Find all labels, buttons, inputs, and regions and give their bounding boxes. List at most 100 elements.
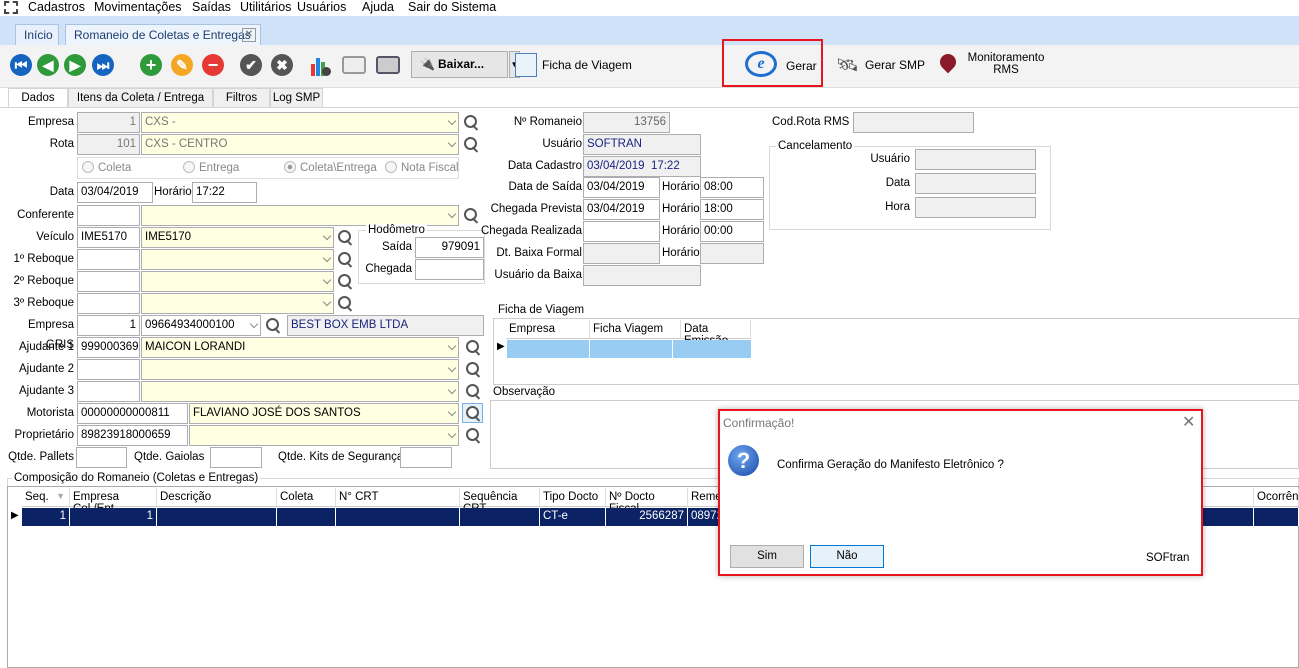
empresa-gris-code-field[interactable]: 1	[77, 315, 140, 336]
radio-entrega[interactable]: Entrega	[183, 161, 239, 174]
reboque3-combo[interactable]	[141, 293, 334, 314]
ajudante3-code-field[interactable]	[77, 381, 140, 402]
ajudante1-combo[interactable]: MAICON LORANDI	[141, 337, 459, 358]
gerar-button[interactable]: e Gerar	[722, 39, 823, 87]
search-icon[interactable]	[464, 427, 482, 445]
cell-empresa[interactable]: 1	[70, 508, 157, 526]
menu-cadastros[interactable]: Cadastros	[28, 0, 85, 15]
ajudante1-code-field[interactable]: 999000369	[77, 337, 140, 358]
radio-coleta[interactable]: Coleta	[82, 161, 131, 174]
search-icon[interactable]	[464, 339, 482, 357]
col-n-crt[interactable]: N° CRT	[336, 488, 460, 507]
satellite-icon[interactable]: 🛰	[836, 55, 859, 76]
hodometro-saida-field[interactable]: 979091	[415, 237, 484, 258]
close-tab-icon[interactable]: ✕	[242, 28, 256, 42]
menu-utilitarios[interactable]: Utilitários	[240, 0, 291, 15]
delete-minus-icon[interactable]: −	[202, 54, 224, 76]
conferente-combo[interactable]	[141, 205, 459, 226]
col-ocorrencia[interactable]: Ocorrênc	[1254, 488, 1299, 507]
qtde-gaiolas-field[interactable]	[210, 447, 262, 468]
col-empresa[interactable]: Empresa	[506, 320, 590, 339]
print-icon[interactable]	[376, 56, 400, 74]
motorista-combo[interactable]: FLAVIANO JOSÉ DOS SANTOS	[189, 403, 459, 424]
menu-ajuda[interactable]: Ajuda	[362, 0, 394, 15]
veiculo-code-field[interactable]: IME5170	[77, 227, 140, 248]
rota-code-field[interactable]: 101	[77, 134, 140, 155]
search-icon[interactable]	[462, 136, 480, 154]
chegada-realizada-field[interactable]	[583, 221, 660, 242]
cell-seq[interactable]: 1	[22, 508, 70, 526]
sort-filter-icon[interactable]: ▼	[56, 491, 65, 501]
col-data-emissao[interactable]: Data Emissão	[681, 320, 751, 347]
search-icon[interactable]	[264, 317, 282, 335]
nao-button[interactable]: Não	[810, 545, 884, 568]
tab-inicio[interactable]: Início	[15, 24, 59, 45]
subtab-log-smp[interactable]: Log SMP	[270, 88, 323, 108]
data-field[interactable]: 03/04/2019	[77, 182, 153, 203]
menu-sair[interactable]: Sair do Sistema	[408, 0, 496, 15]
search-icon[interactable]	[336, 251, 354, 269]
col-n-docto-fiscal[interactable]: Nº Docto Fiscal	[606, 488, 688, 515]
edit-pencil-icon[interactable]: ✎	[171, 54, 193, 76]
col-empresa-col-ent[interactable]: Empresa Col./Ent.	[70, 488, 157, 515]
col-ficha-viagem[interactable]: Ficha Viagem	[590, 320, 681, 339]
ajudante2-combo[interactable]	[141, 359, 459, 380]
tab-romaneio[interactable]: Romaneio de Coletas e Entregas ✕	[65, 24, 261, 45]
close-icon[interactable]: ✕	[1182, 412, 1195, 432]
search-icon[interactable]	[462, 114, 480, 132]
radio-nota-fiscal[interactable]: Nota Fiscal	[385, 161, 459, 174]
cell-seq-crt[interactable]	[460, 508, 540, 526]
conferente-code-field[interactable]	[77, 205, 140, 226]
data-saida-field[interactable]: 03/04/2019	[583, 177, 660, 198]
reboque2-combo[interactable]	[141, 271, 334, 292]
gerar-smp-button[interactable]: Gerar SMP	[865, 58, 925, 72]
search-icon[interactable]	[336, 295, 354, 313]
qtde-kits-field[interactable]	[400, 447, 452, 468]
ficha-row[interactable]	[507, 340, 751, 358]
reboque2-code-field[interactable]	[77, 271, 140, 292]
empresa-code-field[interactable]: 1	[77, 112, 140, 133]
cell-coleta[interactable]	[277, 508, 336, 526]
cell-descricao[interactable]	[157, 508, 277, 526]
search-icon[interactable]	[464, 361, 482, 379]
search-icon[interactable]	[336, 273, 354, 291]
col-coleta[interactable]: Coleta	[277, 488, 336, 507]
cell-crt[interactable]	[336, 508, 460, 526]
motorista-search-button[interactable]	[462, 403, 483, 423]
hodometro-chegada-field[interactable]	[415, 259, 484, 280]
qtde-pallets-field[interactable]	[76, 447, 127, 468]
proprietario-combo[interactable]	[189, 425, 459, 446]
reboque1-combo[interactable]	[141, 249, 334, 270]
empresa-gris-cnpj-combo[interactable]: 09664934000100	[141, 315, 261, 336]
col-sequencia-crt[interactable]: Sequência CRT	[460, 488, 540, 515]
menu-saidas[interactable]: Saídas	[192, 0, 231, 15]
cell-tipo[interactable]: CT-e	[540, 508, 606, 526]
confirm-check-icon[interactable]: ✔	[240, 54, 262, 76]
col-seq[interactable]: Seq. ▼	[22, 488, 70, 507]
proprietario-code-field[interactable]: 89823918000659	[77, 425, 188, 446]
col-descricao[interactable]: Descrição	[157, 488, 277, 507]
cell-docto[interactable]: 2566287	[606, 508, 688, 526]
motorista-code-field[interactable]: 00000000000811	[77, 403, 188, 424]
cancel-x-icon[interactable]: ✖	[271, 54, 293, 76]
print-preview-icon[interactable]	[342, 56, 366, 74]
monitoramento-rms-button[interactable]: Monitoramento RMS	[962, 52, 1050, 76]
chart-settings-icon[interactable]	[309, 54, 331, 76]
menu-usuarios[interactable]: Usuários	[297, 0, 346, 15]
next-record-icon[interactable]: ▶	[64, 54, 86, 76]
radio-coleta-entrega[interactable]: Coleta\Entrega	[284, 161, 377, 174]
horario-prevista-field[interactable]: 18:00	[700, 199, 764, 220]
reboque3-code-field[interactable]	[77, 293, 140, 314]
ajudante3-combo[interactable]	[141, 381, 459, 402]
empresa-combo[interactable]: CXS -	[141, 112, 459, 133]
first-record-icon[interactable]: ⏮	[10, 54, 32, 76]
chegada-prevista-field[interactable]: 03/04/2019	[583, 199, 660, 220]
ficha-viagem-icon[interactable]	[515, 53, 537, 77]
subtab-dados[interactable]: Dados	[8, 88, 68, 108]
add-icon[interactable]: +	[140, 54, 162, 76]
baixar-button[interactable]: 🔌 Baixar...	[411, 51, 508, 78]
menu-movimentacoes[interactable]: Movimentações	[94, 0, 182, 15]
search-icon[interactable]	[462, 207, 480, 225]
col-tipo-docto[interactable]: Tipo Docto	[540, 488, 606, 507]
search-icon[interactable]	[464, 383, 482, 401]
